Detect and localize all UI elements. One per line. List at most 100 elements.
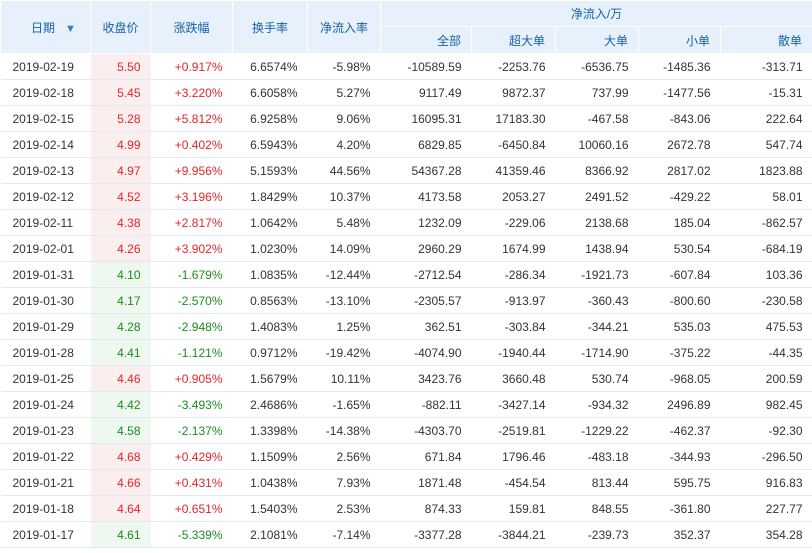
header-net-inflow-rate[interactable]: 净流入率 — [307, 0, 381, 54]
table-row[interactable]: 2019-02-18 5.45 +3.220% 6.6058% 5.27% 9117.49… — [0, 79, 812, 106]
table-row[interactable]: 2019-02-13 4.97 +9.956% 5.1593% 44.56% 54367.… — [0, 157, 812, 184]
cell-super-large: -1940.44 — [471, 339, 556, 366]
cell-all: 362.51 — [380, 313, 472, 340]
table-row[interactable]: 2019-01-21 4.66 +0.431% 1.0438% 7.93% 1871.48… — [0, 469, 812, 496]
cell-change: +3.196% — [150, 183, 233, 210]
cell-close: 5.45 — [90, 79, 151, 106]
cell-retail: -313.71 — [720, 53, 812, 80]
cell-retail: 982.45 — [720, 391, 812, 418]
cell-net-inflow-rate: 2.53% — [307, 495, 381, 522]
cell-net-inflow-rate: 14.09% — [307, 235, 381, 262]
cell-small: 2817.02 — [638, 157, 721, 184]
header-turnover[interactable]: 换手率 — [232, 0, 308, 54]
cell-turnover: 0.9712% — [232, 339, 308, 366]
table-row[interactable]: 2019-02-15 5.28 +5.812% 6.9258% 9.06% 16095.3… — [0, 105, 812, 132]
cell-small: -462.37 — [638, 417, 721, 444]
cell-retail: 916.83 — [720, 469, 812, 496]
cell-super-large: -286.34 — [471, 261, 556, 288]
header-change[interactable]: 涨跌幅 — [150, 0, 233, 54]
sort-desc-icon[interactable]: ▼ — [65, 23, 76, 35]
cell-close: 4.97 — [90, 157, 151, 184]
cell-turnover: 2.1081% — [232, 521, 308, 548]
table-row[interactable]: 2019-01-28 4.41 -1.121% 0.9712% -19.42% -4074… — [0, 339, 812, 366]
header-all[interactable]: 全部 — [380, 26, 472, 54]
cell-close: 4.17 — [90, 287, 151, 314]
cell-super-large: 1674.99 — [471, 235, 556, 262]
table-row[interactable]: 2019-01-22 4.68 +0.429% 1.1509% 2.56% 671.84 1… — [0, 443, 812, 470]
cell-date: 2019-02-12 — [0, 183, 91, 210]
table-row[interactable]: 2019-02-01 4.26 +3.902% 1.0230% 14.09% 2960.2… — [0, 235, 812, 262]
table-row[interactable]: 2019-01-25 4.46 +0.905% 1.5679% 10.11% 3423.7… — [0, 365, 812, 392]
cell-super-large: -3844.21 — [471, 521, 556, 548]
table-row[interactable]: 2019-01-30 4.17 -2.570% 0.8563% -13.10% -2305… — [0, 287, 812, 314]
cell-change: -2.570% — [150, 287, 233, 314]
cell-turnover: 1.1509% — [232, 443, 308, 470]
cell-large: -344.21 — [555, 313, 639, 340]
cell-date: 2019-01-29 — [0, 313, 91, 340]
cell-turnover: 1.0642% — [232, 209, 308, 236]
cell-large: 1438.94 — [555, 235, 639, 262]
cell-retail: -44.35 — [720, 339, 812, 366]
cell-large: 8366.92 — [555, 157, 639, 184]
table-row[interactable]: 2019-02-11 4.38 +2.817% 1.0642% 5.48% 1232.09… — [0, 209, 812, 236]
header-close[interactable]: 收盘价 — [90, 0, 151, 54]
cell-change: -1.679% — [150, 261, 233, 288]
cell-close: 4.41 — [90, 339, 151, 366]
cell-all: -4303.70 — [380, 417, 472, 444]
cell-net-inflow-rate: -14.38% — [307, 417, 381, 444]
cell-super-large: 1796.46 — [471, 443, 556, 470]
cell-small: -361.80 — [638, 495, 721, 522]
cell-large: -1921.73 — [555, 261, 639, 288]
cell-large: -934.32 — [555, 391, 639, 418]
cell-close: 4.58 — [90, 417, 151, 444]
cell-net-inflow-rate: 44.56% — [307, 157, 381, 184]
cell-net-inflow-rate: 9.06% — [307, 105, 381, 132]
cell-change: -2.948% — [150, 313, 233, 340]
header-super-large[interactable]: 超大单 — [471, 26, 556, 54]
cell-turnover: 1.0230% — [232, 235, 308, 262]
cell-change: +3.902% — [150, 235, 233, 262]
cell-turnover: 5.1593% — [232, 157, 308, 184]
cell-large: -6536.75 — [555, 53, 639, 80]
cell-small: -968.05 — [638, 365, 721, 392]
table-row[interactable]: 2019-02-14 4.99 +0.402% 6.5943% 4.20% 6829.85… — [0, 131, 812, 158]
table-row[interactable]: 2019-01-23 4.58 -2.137% 1.3398% -14.38% -4303… — [0, 417, 812, 444]
cell-close: 4.99 — [90, 131, 151, 158]
cell-change: +2.817% — [150, 209, 233, 236]
cell-large: -1229.22 — [555, 417, 639, 444]
header-retail[interactable]: 散单 — [720, 26, 812, 54]
cell-all: -2712.54 — [380, 261, 472, 288]
cell-small: 2496.89 — [638, 391, 721, 418]
header-small[interactable]: 小单 — [638, 26, 721, 54]
header-large[interactable]: 大单 — [555, 26, 639, 54]
table-row[interactable]: 2019-02-19 5.50 +0.917% 6.6574% -5.98% -10589… — [0, 53, 812, 80]
cell-net-inflow-rate: 1.25% — [307, 313, 381, 340]
cell-small: -1485.36 — [638, 53, 721, 80]
table-row[interactable]: 2019-01-17 4.61 -5.339% 2.1081% -7.14% -3377.… — [0, 521, 812, 548]
cell-large: 813.44 — [555, 469, 639, 496]
cell-super-large: -913.97 — [471, 287, 556, 314]
cell-retail: 222.64 — [720, 105, 812, 132]
table-row[interactable]: 2019-02-12 4.52 +3.196% 1.8429% 10.37% 4173.5… — [0, 183, 812, 210]
cell-large: 530.74 — [555, 365, 639, 392]
cell-date: 2019-01-21 — [0, 469, 91, 496]
cell-all: 4173.58 — [380, 183, 472, 210]
cell-turnover: 1.8429% — [232, 183, 308, 210]
cell-small: 530.54 — [638, 235, 721, 262]
cell-net-inflow-rate: 7.93% — [307, 469, 381, 496]
cell-date: 2019-01-23 — [0, 417, 91, 444]
table-row[interactable]: 2019-01-24 4.42 -3.493% 2.4686% -1.65% -882.1… — [0, 391, 812, 418]
cell-turnover: 1.5679% — [232, 365, 308, 392]
cell-net-inflow-rate: -12.44% — [307, 261, 381, 288]
table-row[interactable]: 2019-01-29 4.28 -2.948% 1.4083% 1.25% 362.51-… — [0, 313, 812, 340]
cell-date: 2019-01-30 — [0, 287, 91, 314]
cell-super-large: 41359.46 — [471, 157, 556, 184]
cell-date: 2019-01-25 — [0, 365, 91, 392]
header-date[interactable]: 日期 ▼ — [0, 0, 91, 54]
table-row[interactable]: 2019-01-31 4.10 -1.679% 1.0835% -12.44% -2712… — [0, 261, 812, 288]
cell-change: +5.812% — [150, 105, 233, 132]
cell-all: 6829.85 — [380, 131, 472, 158]
cell-net-inflow-rate: -19.42% — [307, 339, 381, 366]
cell-all: 54367.28 — [380, 157, 472, 184]
table-row[interactable]: 2019-01-18 4.64 +0.651% 1.5403% 2.53% 874.33 1… — [0, 495, 812, 522]
